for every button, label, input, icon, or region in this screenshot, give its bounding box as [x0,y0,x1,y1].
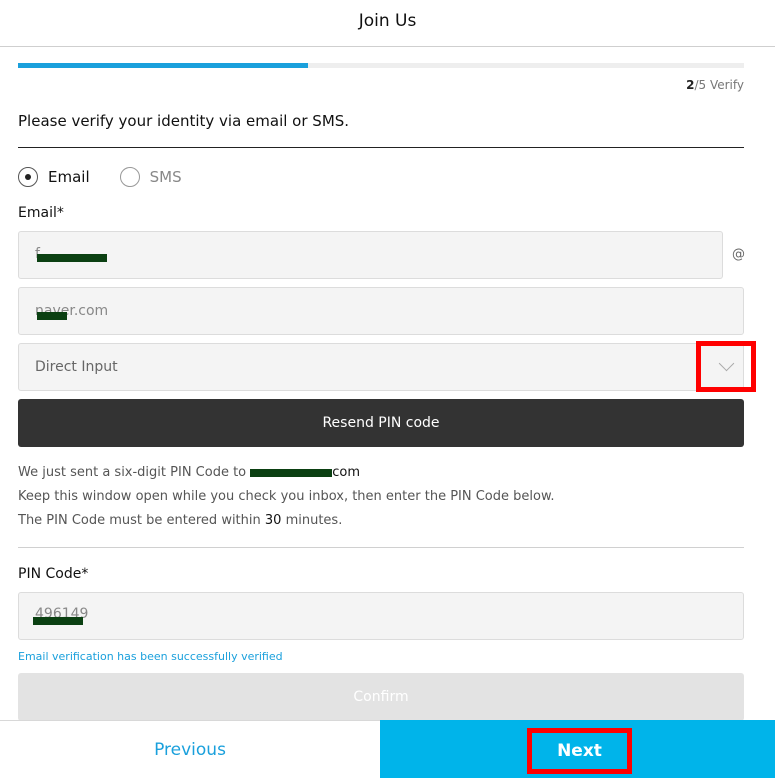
footer-nav: Previous Next [0,720,775,778]
radio-email-option[interactable]: Email [18,167,90,187]
redaction-bar [250,468,333,477]
step-total: /5 Verify [694,78,744,92]
notice-line-1-prefix: We just sent a six-digit PIN Code to [18,465,251,480]
redaction-bar [37,254,107,262]
confirm-button[interactable]: Confirm [18,673,744,721]
domain-select-value: Direct Input [35,359,118,375]
notice-line-1-suffix: com [332,465,361,480]
email-label: Email* [18,205,64,221]
page-title: Join Us [358,11,417,31]
resend-pin-button[interactable]: Resend PIN code [18,399,744,447]
notice-line-1: We just sent a six-digit PIN Code to com [18,465,360,480]
email-local-input[interactable]: f [18,231,723,279]
email-domain-select[interactable]: Direct Input [18,343,744,391]
radio-sms-label: SMS [149,168,182,186]
email-domain-input[interactable]: naver.com [18,287,744,335]
notice-line-3-suffix: minutes. [281,513,343,528]
previous-button[interactable]: Previous [0,720,380,778]
progress-bar [18,63,744,68]
redaction-bar [37,312,67,320]
section-divider [18,547,744,548]
notice-line-3-prefix: The PIN Code must be entered within [18,513,265,528]
notice-line-3: The PIN Code must be entered within 30 m… [18,513,342,528]
section-divider [18,147,744,148]
chevron-down-icon [718,355,735,372]
next-button[interactable]: Next [527,728,632,774]
radio-sms-option[interactable]: SMS [119,167,182,187]
radio-email-label: Email [48,168,90,186]
step-indicator: 2/5 Verify [686,78,744,92]
notice-line-2: Keep this window open while you check yo… [18,489,555,504]
dropdown-toggle[interactable] [696,341,756,392]
instruction-text: Please verify your identity via email or… [18,112,350,130]
redaction-bar [33,617,83,625]
pin-code-input[interactable]: 496149 [18,592,744,640]
radio-unchecked-icon[interactable] [119,167,140,187]
notice-minutes: 30 [264,513,282,528]
verify-method-group: Email SMS [18,165,212,189]
next-area[interactable]: Next [380,720,775,778]
pin-label: PIN Code* [18,566,89,582]
success-message: Email verification has been successfully… [18,650,283,663]
radio-checked-icon[interactable] [18,167,38,187]
at-symbol: @ [732,247,745,262]
progress-bar-fill [18,63,309,68]
header: Join Us [0,0,775,47]
